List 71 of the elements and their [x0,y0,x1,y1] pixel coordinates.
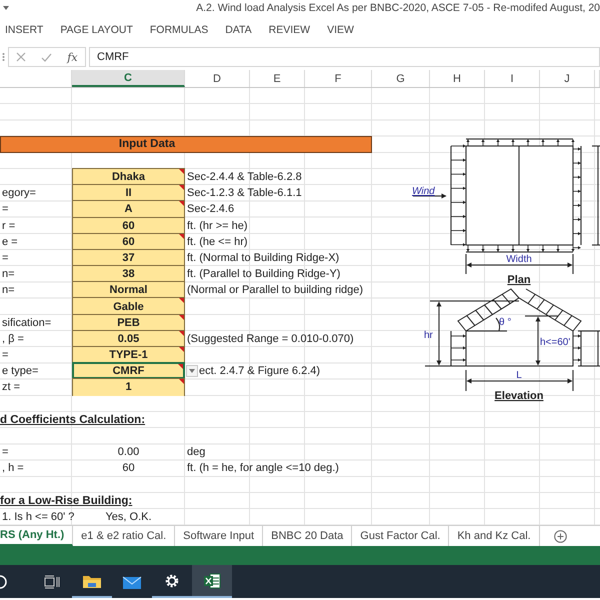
row-label: = [2,349,8,362]
column-header[interactable]: C [72,70,185,87]
drawing-title: Plan [507,274,531,286]
row-label: = [2,446,8,458]
row-label: zt = [2,381,20,394]
row-label: , h = [2,462,24,474]
table-cell-text: 0.00 [116,445,140,460]
input-cell[interactable]: A [72,200,185,218]
input-cell[interactable]: Dhaka [72,168,185,186]
row-label: egory= [2,187,36,200]
cell-note: Sec-2.4.4 & Table-6.2.8 [187,171,302,184]
row-label: r = [2,220,16,232]
table-cell-text: 60 [121,461,136,476]
section-heading: for a Low-Rise Building: [0,494,134,509]
dimension-label: L [516,370,522,381]
row-label: sification= [2,316,52,329]
ribbon-tab[interactable]: PAGE LAYOUT [60,24,133,36]
wind-label: Wind [412,186,435,197]
section-header: Input Data [0,136,372,153]
row-label: n= [2,284,15,296]
input-cell[interactable]: Normal [72,281,185,298]
row-label: n= [2,268,15,280]
row-label: e = [2,236,18,248]
column-header[interactable]: I [485,70,540,87]
column-header[interactable]: D [185,70,250,87]
cell-note: ft. (Parallel to Building Ridge-Y) [187,268,340,280]
row-label: = [2,203,8,216]
input-cell[interactable]: 38 [72,265,185,282]
cell-note: (Suggested Range = 0.010-0.070) [187,332,354,345]
cell-note: ft. (he <= hr) [187,236,248,248]
cell-note: Sec-2.4.6 [187,203,234,216]
table-cell-text: Yes, O.K. [104,510,153,525]
cell-note: ft. (Normal to Building Ridge-X) [187,252,340,264]
input-cell[interactable]: Gable [72,297,185,315]
cell-note: ft. (hr >= he) [187,220,248,232]
column-header[interactable]: H [430,70,485,87]
input-cell[interactable]: PEB [72,314,185,331]
window-title: A.2. Wind load Analysis Excel As per BNBC-2020, ASCE 7-05 - Re-modifed August, 20 [196,2,600,14]
cell-note: ect. 2.4.7 & Figure 6.2.4) [199,365,320,378]
input-cell[interactable]: II [72,184,185,202]
ribbon-tab[interactable]: VIEW [327,24,354,36]
row-label: e type= [2,365,38,378]
column-header[interactable]: F [305,70,372,87]
row-label: 1. Is h <= 60' ? [2,510,74,523]
formula-field[interactable]: CMRF [89,47,600,67]
ribbon-tab[interactable]: INSERT [5,24,44,36]
input-cell[interactable]: 60 [72,232,185,250]
cell-note: Sec-1.2.3 & Table-6.1.1 [187,187,302,200]
dimension-label: Width [506,254,532,265]
angle-label: θ ° [499,317,512,328]
insert-function-button[interactable]: fx [67,50,78,64]
input-cell[interactable]: 60 [72,216,185,234]
input-cell[interactable]: TYPE-1 [72,346,185,364]
cell-note: deg [187,446,206,458]
ribbon-tab[interactable]: DATA [225,24,252,36]
section-heading: d Coefficients Calculation: [0,412,146,428]
input-cell[interactable]: 1 [72,378,185,396]
cell-note: ft. (h = he, for angle <=10 deg.) [187,462,339,474]
column-header[interactable]: G [372,70,430,87]
sheet-tab[interactable]: RS (Any Ht.) [0,526,74,546]
ribbon-tab[interactable]: REVIEW [268,24,310,36]
drawing-title: Elevation [494,390,544,402]
dimension-label: h<=60' [540,337,570,348]
cell-note: (Normal or Parallel to building ridge) [187,284,364,296]
input-cell[interactable]: CMRF [72,362,185,380]
dimension-label: hr [424,330,433,341]
ribbon-tab[interactable]: FORMULAS [150,24,208,36]
row-label: = [2,252,8,264]
row-label: , β = [2,332,24,345]
column-header[interactable]: E [250,70,305,87]
column-header[interactable]: J [540,70,595,87]
